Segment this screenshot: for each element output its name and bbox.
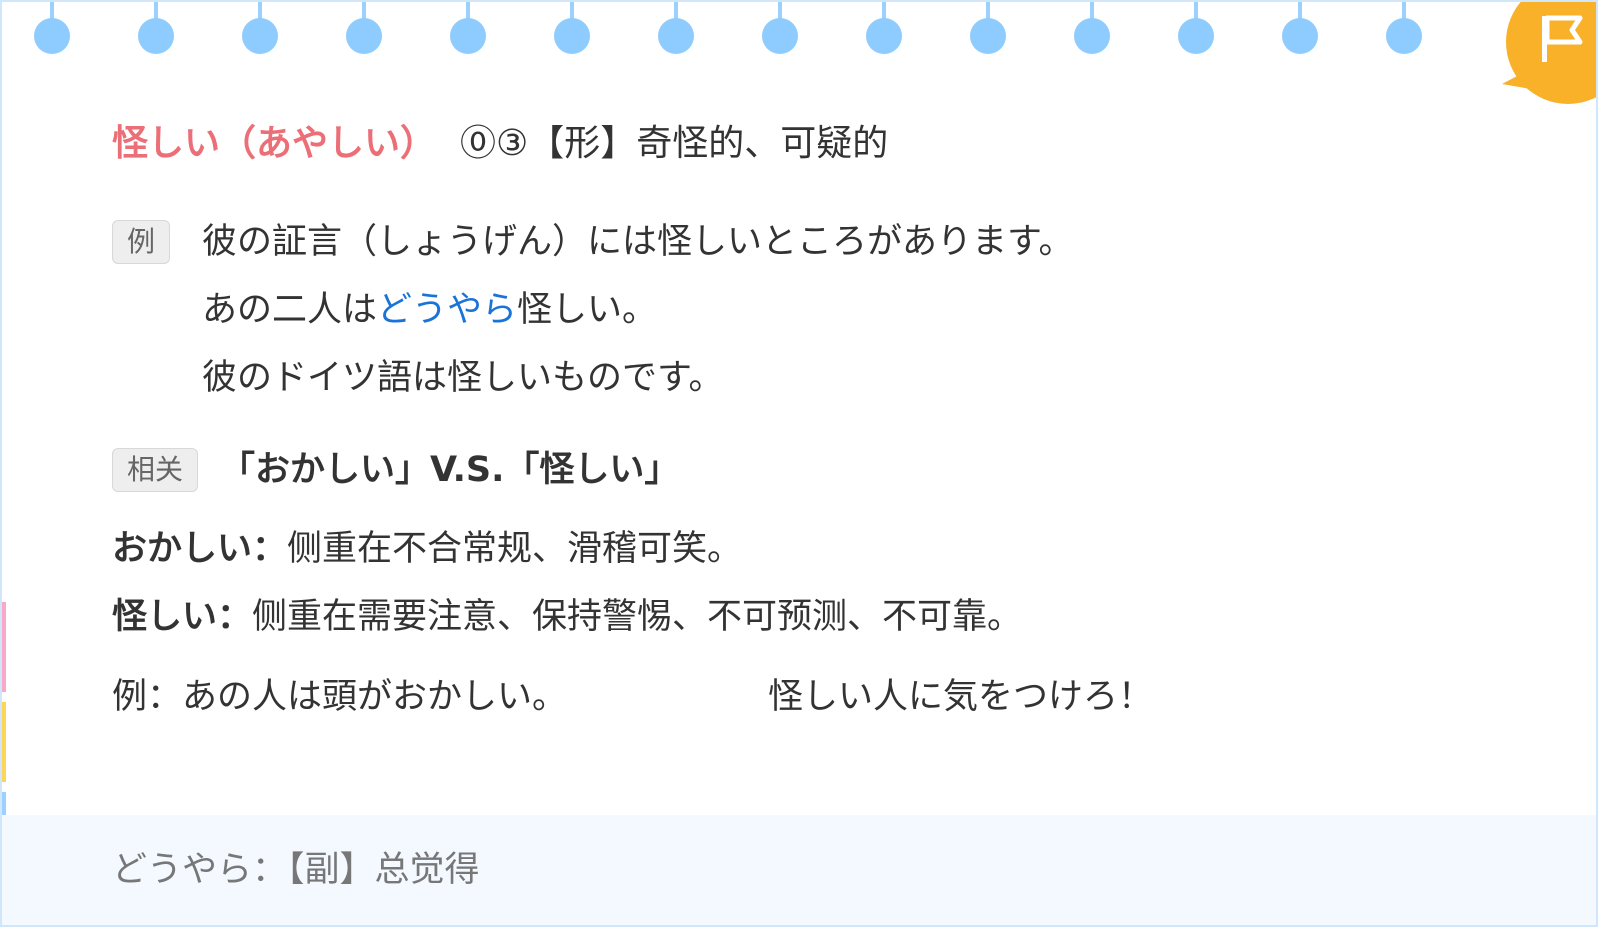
binder-ring <box>1282 2 1318 56</box>
left-edge-stripes <box>2 2 6 925</box>
related-tag: 相关 <box>112 448 199 492</box>
vocab-card: 怪しい（あやしい） ⓪③【形】奇怪的、可疑的 例 彼の証言（しょうげん）には怪しい… <box>0 0 1598 927</box>
example-sentence: 彼の証言（しょうげん）には怪しいところがあります。 <box>202 222 1074 262</box>
vocab-link[interactable]: どうやら <box>377 290 517 330</box>
related-title: 「おかしい」V.S.「怪しい」 <box>220 450 680 490</box>
example-text: あの二人は <box>202 290 378 330</box>
entry-meta: ⓪③【形】奇怪的、可疑的 <box>460 123 889 164</box>
binder-ring <box>554 2 590 56</box>
pink-stripe <box>2 602 6 692</box>
binder-ring <box>34 2 70 56</box>
binder-ring <box>1386 2 1422 56</box>
binder-ring <box>346 2 382 56</box>
flag-icon <box>1542 15 1583 62</box>
binder-ring <box>1178 2 1214 56</box>
binder-ring <box>138 2 174 56</box>
example-sentence: 彼のドイツ語は怪しいものです。 <box>202 358 724 398</box>
comparison-term: 怪しい： <box>112 597 253 637</box>
yellow-stripe <box>2 702 6 782</box>
footer-note: どうやら：【副】总觉得 <box>112 850 480 890</box>
binder-ring <box>970 2 1006 56</box>
binder-ring <box>1074 2 1110 56</box>
related-section: 相关 「おかしい」V.S.「怪しい」 <box>112 444 1512 496</box>
comparison-example: 例：あの人は頭がおかしい。 <box>112 677 568 717</box>
binder-ring <box>762 2 798 56</box>
entry-headline: 怪しい（あやしい） ⓪③【形】奇怪的、可疑的 <box>112 114 1532 174</box>
headword: 怪しい（あやしい） <box>112 123 437 164</box>
binder-rings <box>2 2 1596 62</box>
binder-ring <box>242 2 278 56</box>
comparison-desc: 侧重在不合常规、滑稽可笑。 <box>287 529 743 569</box>
card-content: 怪しい（あやしい） ⓪③【形】奇怪的、可疑的 例 彼の証言（しょうげん）には怪しい… <box>112 114 1532 717</box>
example-sentence: あの二人はどうやら怪しい。 <box>202 286 657 334</box>
example-text: 怪しい。 <box>517 290 658 330</box>
comparison-desc: 侧重在需要注意、保持警惕、不可预测、不可靠。 <box>252 597 1023 637</box>
binder-ring <box>658 2 694 56</box>
comparison-item: おかしい：侧重在不合常规、滑稽可笑。 <box>112 524 742 574</box>
comparison-term: おかしい： <box>112 529 288 569</box>
binder-ring <box>866 2 902 56</box>
binder-ring <box>450 2 486 56</box>
comparison-item: 怪しい：侧重在需要注意、保持警惕、不可预测、不可靠。 <box>112 592 1022 642</box>
example-tag: 例 <box>112 220 171 264</box>
comparison-example: 怪しい人に気をつけろ！ <box>768 677 1154 717</box>
footer-note-panel: どうやら：【副】总觉得 <box>2 815 1596 925</box>
